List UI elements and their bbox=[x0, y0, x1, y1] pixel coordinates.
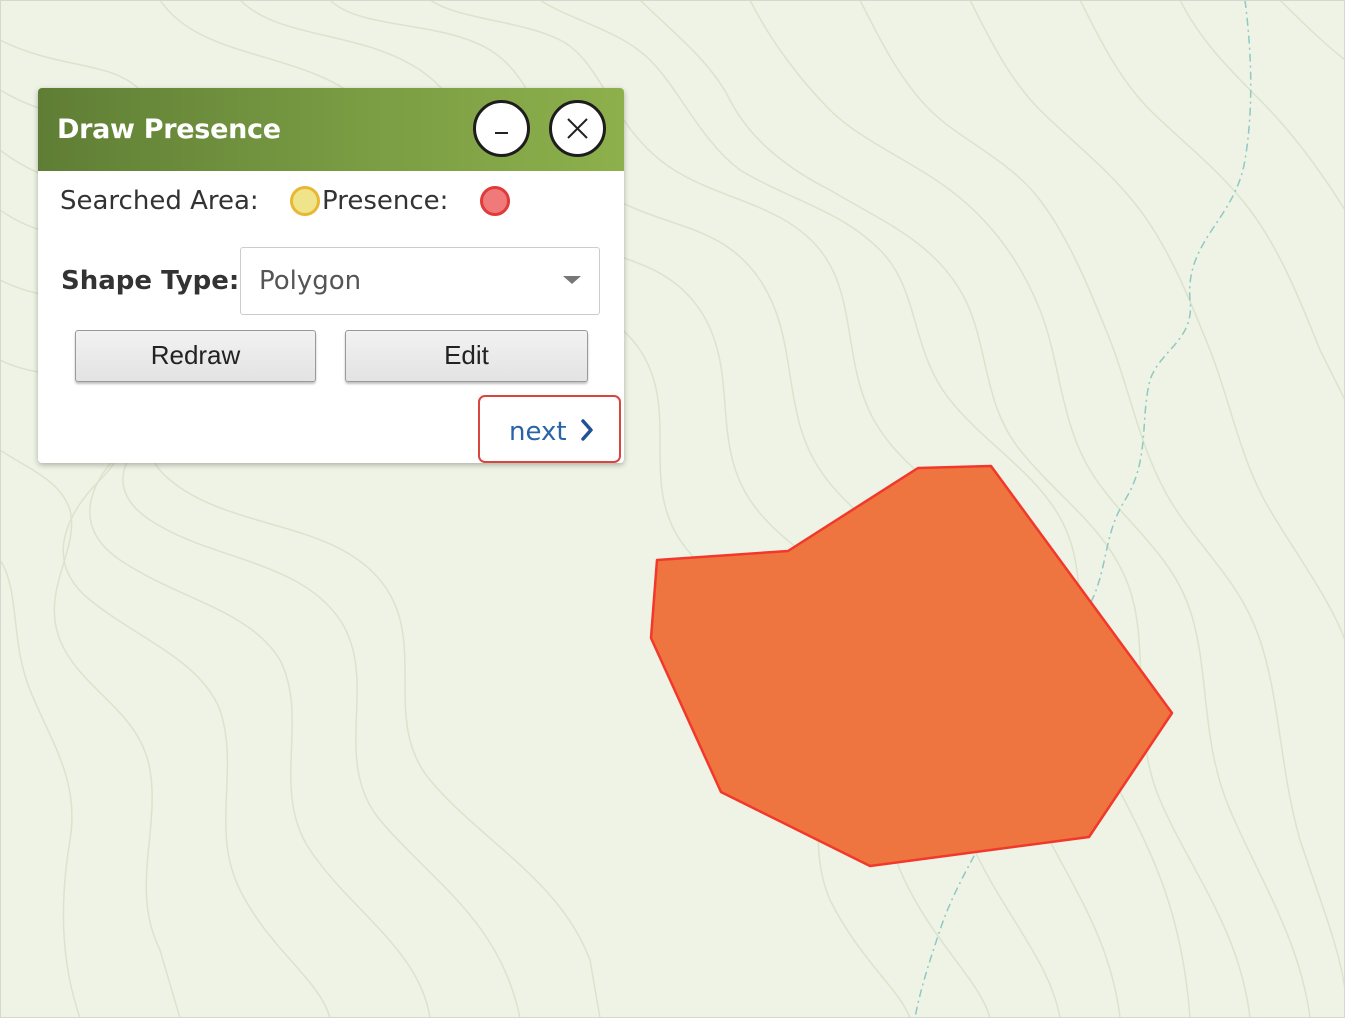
chevron-down-icon bbox=[563, 276, 581, 284]
shape-type-select[interactable]: Polygon bbox=[240, 247, 600, 315]
draw-presence-panel: Draw Presence Searched Area: Presence: S… bbox=[38, 88, 624, 463]
panel-title: Draw Presence bbox=[57, 114, 281, 145]
close-button[interactable] bbox=[549, 100, 606, 157]
presence-swatch bbox=[480, 186, 510, 216]
minimize-button[interactable] bbox=[473, 100, 530, 157]
shape-type-label: Shape Type: bbox=[61, 266, 240, 296]
shape-type-value: Polygon bbox=[259, 266, 362, 296]
redraw-button[interactable]: Redraw bbox=[75, 330, 316, 382]
close-icon bbox=[567, 118, 588, 139]
edit-button[interactable]: Edit bbox=[345, 330, 588, 382]
panel-header: Draw Presence bbox=[38, 88, 624, 171]
chevron-right-icon bbox=[581, 419, 593, 441]
searched-area-swatch bbox=[290, 186, 320, 216]
searched-area-label: Searched Area: bbox=[60, 186, 259, 216]
next-label: next bbox=[509, 417, 567, 447]
next-button[interactable]: next bbox=[478, 395, 621, 463]
presence-label: Presence: bbox=[322, 186, 449, 216]
minus-icon bbox=[495, 132, 508, 134]
